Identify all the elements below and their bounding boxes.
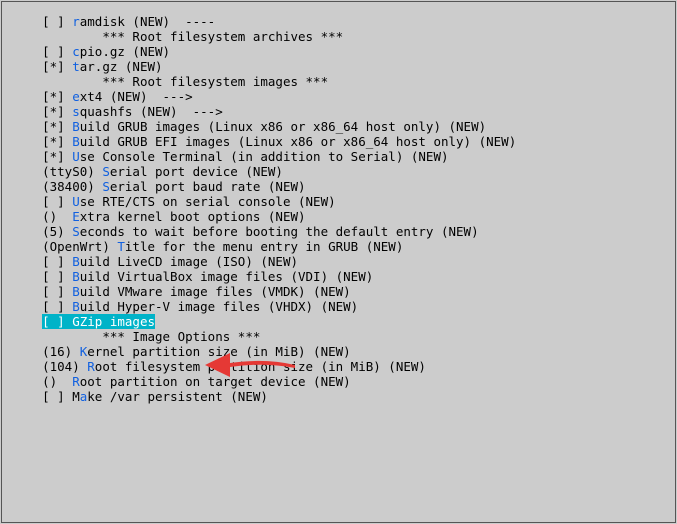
menu-item[interactable]: [ ] Make /var persistent (NEW) — [12, 389, 675, 404]
menu-item[interactable]: [*] ext4 (NEW) ---> — [12, 89, 675, 104]
hotkey-letter: e — [72, 89, 80, 104]
menu-item[interactable]: (38400) Serial port baud rate (NEW) — [12, 179, 675, 194]
menu-item[interactable]: [ ] Build LiveCD image (ISO) (NEW) — [12, 254, 675, 269]
menu-item[interactable]: [*] squashfs (NEW) ---> — [12, 104, 675, 119]
menu-item-selected[interactable]: [ ] GZip images — [12, 314, 675, 329]
hotkey-letter: S — [102, 164, 110, 179]
menu-item[interactable]: (16) Kernel partition size (in MiB) (NEW… — [12, 344, 675, 359]
menu-item[interactable]: *** Image Options *** — [12, 329, 675, 344]
menu-item[interactable]: (ttyS0) Serial port device (NEW) — [12, 164, 675, 179]
hotkey-letter: S — [72, 224, 80, 239]
menu-item[interactable]: *** Root filesystem images *** — [12, 74, 675, 89]
hotkey-letter: B — [72, 269, 80, 284]
menu-item[interactable]: () Extra kernel boot options (NEW) — [12, 209, 675, 224]
menu-item[interactable]: [ ] Build VMware image files (VMDK) (NEW… — [12, 284, 675, 299]
menu-item[interactable]: [*] Build GRUB EFI images (Linux x86 or … — [12, 134, 675, 149]
hotkey-letter: c — [72, 44, 80, 59]
menu-item[interactable]: () Root partition on target device (NEW) — [12, 374, 675, 389]
menu-item[interactable]: [ ] ramdisk (NEW) ---- — [12, 14, 675, 29]
hotkey-letter: U — [72, 149, 80, 164]
hotkey-letter: K — [80, 344, 88, 359]
selection-highlight: [ ] GZip images — [42, 314, 155, 329]
hotkey-letter: B — [72, 119, 80, 134]
hotkey-letter: R — [72, 374, 80, 389]
menu-item[interactable]: [ ] cpio.gz (NEW) — [12, 44, 675, 59]
hotkey-letter: B — [72, 134, 80, 149]
menu-item[interactable]: [ ] Build VirtualBox image files (VDI) (… — [12, 269, 675, 284]
menu-item[interactable]: (OpenWrt) Title for the menu entry in GR… — [12, 239, 675, 254]
menu-item[interactable]: [*] Use Console Terminal (in addition to… — [12, 149, 675, 164]
terminal-frame: [ ] ramdisk (NEW) ---- *** Root filesyst… — [1, 1, 676, 523]
hotkey-letter: r — [72, 14, 80, 29]
hotkey-letter: a — [80, 389, 88, 404]
hotkey-letter: T — [117, 239, 125, 254]
menu-item[interactable]: (5) Seconds to wait before booting the d… — [12, 224, 675, 239]
hotkey-letter: S — [102, 179, 110, 194]
hotkey-letter: B — [72, 284, 80, 299]
hotkey-letter: G — [72, 314, 80, 329]
menu-item[interactable]: [ ] Build Hyper-V image files (VHDX) (NE… — [12, 299, 675, 314]
menu-item[interactable]: [ ] Use RTE/CTS on serial console (NEW) — [12, 194, 675, 209]
hotkey-letter: s — [72, 104, 80, 119]
hotkey-letter: B — [72, 299, 80, 314]
menu-item[interactable]: (104) Root filesystem partition size (in… — [12, 359, 675, 374]
menu-item[interactable]: *** Root filesystem archives *** — [12, 29, 675, 44]
menu-item[interactable]: [*] Build GRUB images (Linux x86 or x86_… — [12, 119, 675, 134]
hotkey-letter: B — [72, 254, 80, 269]
hotkey-letter: R — [87, 359, 95, 374]
menu-item[interactable]: [*] tar.gz (NEW) — [12, 59, 675, 74]
hotkey-letter: U — [72, 194, 80, 209]
hotkey-letter: t — [72, 59, 80, 74]
menuconfig-list: [ ] ramdisk (NEW) ---- *** Root filesyst… — [12, 14, 675, 404]
hotkey-letter: E — [72, 209, 80, 224]
